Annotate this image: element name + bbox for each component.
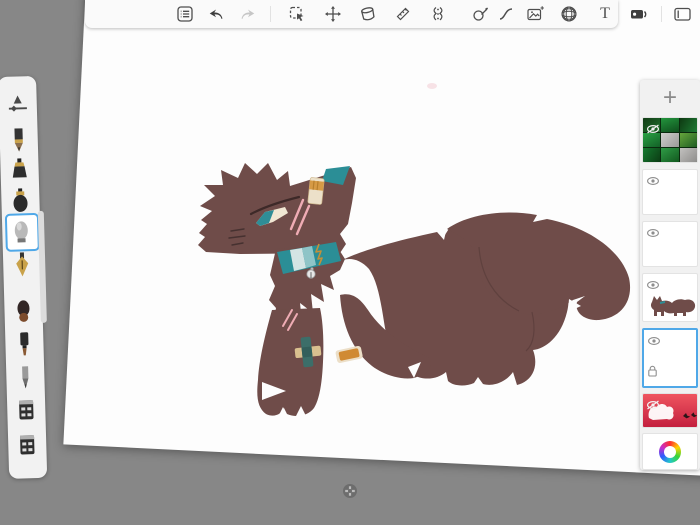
- stroke-curve-icon[interactable]: [496, 4, 516, 24]
- eye-off-icon[interactable]: [646, 121, 660, 139]
- toolbar-separator: [270, 6, 271, 22]
- app-window: T: [0, 0, 700, 525]
- undo-icon[interactable]: [207, 4, 227, 24]
- toolbar-separator: [661, 6, 662, 22]
- redo-icon[interactable]: [237, 4, 257, 24]
- selection-tool-icon[interactable]: [287, 4, 307, 24]
- eye-icon[interactable]: [646, 173, 660, 191]
- shape-tool-icon[interactable]: [470, 4, 490, 24]
- fill-tool-icon[interactable]: [358, 4, 378, 24]
- symmetry-icon[interactable]: [428, 4, 448, 24]
- brush-round[interactable]: [8, 186, 33, 215]
- brush-airbrush[interactable]: [9, 217, 34, 246]
- add-layer-glyph: +: [663, 86, 677, 110]
- drawing-canvas[interactable]: [63, 0, 700, 498]
- layer-card-photo-collage[interactable]: [642, 117, 698, 163]
- eye-icon[interactable]: [646, 225, 660, 243]
- brush-marker[interactable]: [12, 330, 37, 359]
- brush-ink-pen[interactable]: [10, 251, 35, 280]
- brush-size-adjuster[interactable]: [5, 91, 30, 120]
- canvas-frame-icon[interactable]: [672, 4, 692, 24]
- top-toolbar: T: [85, 0, 618, 28]
- brush-pencil[interactable]: [6, 126, 31, 155]
- brush-shader[interactable]: [7, 156, 32, 185]
- lock-icon: [647, 365, 658, 383]
- time-lapse-camera-icon[interactable]: [629, 4, 649, 24]
- text-tool-icon[interactable]: T: [595, 4, 615, 24]
- add-layer-button[interactable]: +: [640, 84, 700, 112]
- brush-palette: [0, 76, 47, 479]
- color-card[interactable]: [642, 433, 698, 470]
- ruler-icon[interactable]: [393, 4, 413, 24]
- layer-card-cat-sketch[interactable]: [642, 273, 698, 322]
- layers-panel: +: [640, 80, 700, 470]
- text-tool-glyph: T: [600, 6, 610, 22]
- canvas-nav-puck[interactable]: [342, 483, 358, 504]
- import-image-icon[interactable]: [525, 4, 545, 24]
- perspective-icon[interactable]: [559, 4, 579, 24]
- transform-move-icon[interactable]: [323, 4, 343, 24]
- brush-round-brown[interactable]: [11, 297, 36, 326]
- layer-card-active[interactable]: [642, 328, 698, 388]
- brush-texture-1[interactable]: [14, 397, 39, 426]
- brush-soft-pencil[interactable]: [13, 364, 38, 393]
- menu-list-icon[interactable]: [175, 4, 195, 24]
- layer-card-red-art[interactable]: [642, 393, 698, 428]
- eye-off-icon[interactable]: [646, 397, 660, 415]
- brush-texture-2[interactable]: [15, 432, 40, 461]
- eye-icon[interactable]: [646, 277, 660, 295]
- palette-scroll-handle[interactable]: [38, 211, 47, 323]
- color-wheel[interactable]: [659, 441, 681, 463]
- layer-card-blank-1[interactable]: [642, 169, 698, 215]
- layer-card-blank-2[interactable]: [642, 221, 698, 267]
- eye-icon[interactable]: [647, 333, 661, 351]
